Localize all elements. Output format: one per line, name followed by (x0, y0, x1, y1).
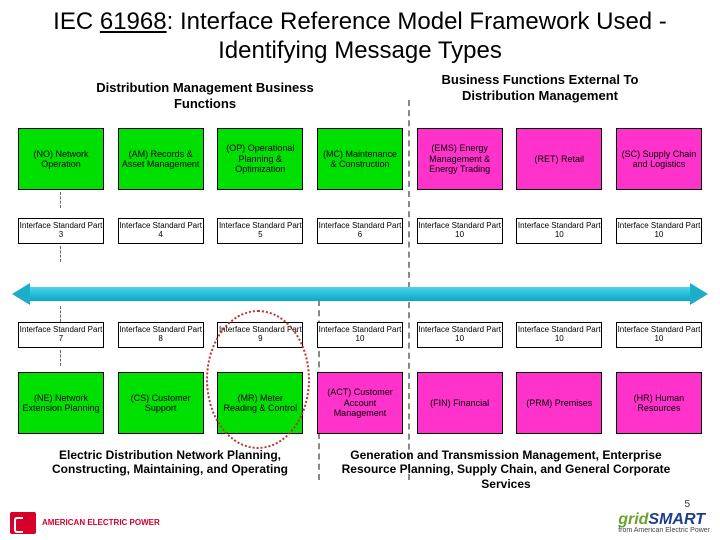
gridsmart-smart: SMART (648, 511, 705, 528)
func-label: (NO) Network Operation (21, 149, 101, 170)
iface-box: Interface Standard Part 5 (217, 218, 303, 244)
func-label: (FIN) Financial (430, 398, 489, 408)
arrow-bar (30, 287, 690, 301)
func-box-sc: (SC) Supply Chain and Logistics (616, 128, 702, 190)
func-box-act: (ACT) Customer Account Management (317, 372, 403, 434)
func-label: (ACT) Customer Account Management (320, 387, 400, 418)
func-label: (OP) Operational Planning & Optimization (220, 143, 300, 174)
func-label: (SC) Supply Chain and Logistics (619, 149, 699, 170)
func-label: (NE) Network Extension Planning (21, 393, 101, 414)
section-heading-top-left: Distribution Management Business Functio… (90, 80, 320, 111)
iface-box: Interface Standard Part 10 (616, 322, 702, 348)
func-label: (PRM) Premises (526, 398, 592, 408)
func-box-hr: (HR) Human Resources (616, 372, 702, 434)
iface-box: Interface Standard Part 10 (516, 218, 602, 244)
highlight-ellipse (206, 310, 310, 449)
iface-box: Interface Standard Part 8 (118, 322, 204, 348)
bottom-function-row: (NE) Network Extension Planning (CS) Cus… (18, 372, 702, 434)
iface-box: Interface Standard Part 6 (317, 218, 403, 244)
section-heading-bottom-left: Electric Distribution Network Planning, … (40, 448, 300, 477)
iface-box: Interface Standard Part 10 (417, 218, 503, 244)
gridsmart-sub: from American Electric Power (618, 527, 710, 534)
section-heading-bottom-right: Generation and Transmission Management, … (326, 448, 686, 491)
interface-row-top: Interface Standard Part 3 Interface Stan… (18, 218, 702, 244)
iface-box: Interface Standard Part 10 (516, 322, 602, 348)
func-box-prm: (PRM) Premises (516, 372, 602, 434)
aep-logo-block: AMERICAN ELECTRIC POWER (10, 512, 160, 534)
func-box-ret: (RET) Retail (516, 128, 602, 190)
iface-box: Interface Standard Part 4 (118, 218, 204, 244)
func-label: (HR) Human Resources (619, 393, 699, 414)
func-box-fin: (FIN) Financial (417, 372, 503, 434)
page-number: 5 (684, 499, 690, 510)
title-std-number: 61968 (100, 8, 167, 35)
slide-title: IEC 61968: Interface Reference Model Fra… (0, 0, 720, 68)
func-box-ne: (NE) Network Extension Planning (18, 372, 104, 434)
section-heading-top-right: Business Functions External To Distribut… (420, 72, 660, 103)
bus-arrow (12, 283, 708, 305)
func-box-am: (AM) Records & Asset Management (118, 128, 204, 190)
func-box-cs: (CS) Customer Support (118, 372, 204, 434)
arrow-left-icon (12, 283, 30, 305)
iface-box: Interface Standard Part 3 (18, 218, 104, 244)
func-box-mc: (MC) Maintenance & Construction (317, 128, 403, 190)
aep-logo-text: AMERICAN ELECTRIC POWER (42, 519, 160, 527)
title-rest: : Interface Reference Model Framework Us… (167, 8, 667, 64)
arrow-right-icon (690, 283, 708, 305)
iface-box: Interface Standard Part 10 (616, 218, 702, 244)
func-box-no: (NO) Network Operation (18, 128, 104, 190)
gridsmart-logo-block: gridSMART from American Electric Power (618, 511, 710, 534)
gridsmart-grid: grid (618, 511, 648, 528)
top-function-row: (NO) Network Operation (AM) Records & As… (18, 128, 702, 190)
iface-box: Interface Standard Part 7 (18, 322, 104, 348)
slide: IEC 61968: Interface Reference Model Fra… (0, 0, 720, 540)
title-prefix: IEC (53, 8, 100, 35)
func-label: (CS) Customer Support (121, 393, 201, 414)
iface-box: Interface Standard Part 10 (417, 322, 503, 348)
aep-logo-icon (10, 512, 36, 534)
func-box-op: (OP) Operational Planning & Optimization (217, 128, 303, 190)
func-box-ems: (EMS) Energy Management & Energy Trading (417, 128, 503, 190)
func-label: (RET) Retail (535, 154, 585, 164)
iface-box: Interface Standard Part 10 (317, 322, 403, 348)
func-label: (EMS) Energy Management & Energy Trading (420, 143, 500, 174)
interface-row-bottom: Interface Standard Part 7 Interface Stan… (18, 322, 702, 348)
func-label: (MC) Maintenance & Construction (320, 149, 400, 170)
func-label: (AM) Records & Asset Management (121, 149, 201, 170)
footer: AMERICAN ELECTRIC POWER gridSMART from A… (10, 511, 710, 534)
